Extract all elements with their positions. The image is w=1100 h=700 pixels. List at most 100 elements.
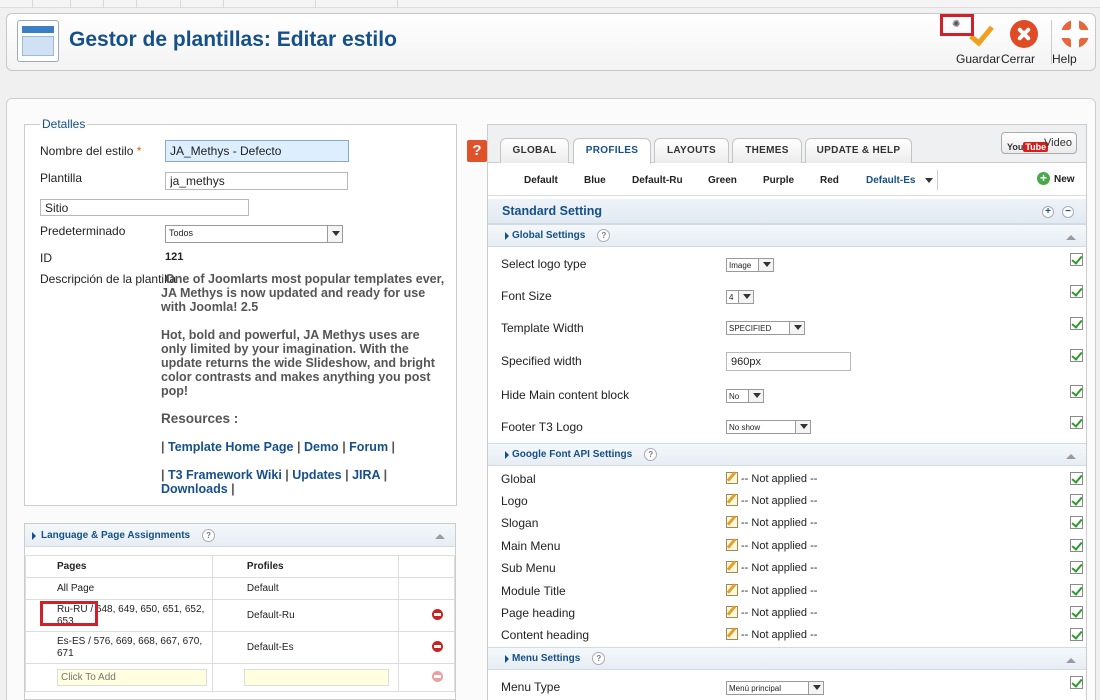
- specified-width-input[interactable]: [726, 352, 851, 371]
- add-pages-input[interactable]: [57, 669, 207, 686]
- template-width-label: Template Width: [501, 321, 584, 335]
- downloads-link[interactable]: Downloads: [161, 482, 228, 496]
- remove-icon[interactable]: [432, 608, 444, 620]
- template-home-page-link[interactable]: Template Home Page: [168, 440, 294, 454]
- footer-t3-logo-label: Footer T3 Logo: [501, 420, 583, 434]
- standard-setting-header[interactable]: Standard Setting: [488, 199, 1086, 224]
- default-select[interactable]: Todos: [165, 225, 343, 243]
- description-label: Descripción de la plantilla: [40, 272, 177, 286]
- menu-settings-checkbox[interactable]: [1070, 676, 1083, 689]
- global-settings-checkbox[interactable]: [1070, 317, 1083, 330]
- chevron-down-icon: [758, 259, 773, 271]
- font-checkbox[interactable]: [1070, 516, 1083, 529]
- profile-default-ru[interactable]: Default-Ru: [632, 175, 683, 186]
- global-settings-checkbox[interactable]: [1070, 416, 1083, 429]
- font-page-heading-label: Page heading: [501, 606, 576, 620]
- help-button[interactable]: Help: [1052, 20, 1098, 68]
- tab-profiles[interactable]: PROFILES: [573, 138, 651, 164]
- global-settings-checkbox[interactable]: [1070, 349, 1083, 362]
- close-button[interactable]: Cerrar: [1001, 20, 1047, 68]
- help-question-icon[interactable]: ?: [202, 529, 216, 542]
- font-checkbox[interactable]: [1070, 494, 1083, 507]
- profile-green[interactable]: Green: [708, 175, 737, 186]
- font-checkbox[interactable]: [1070, 539, 1083, 552]
- font-checkbox[interactable]: [1070, 561, 1083, 574]
- table-row-add: [25, 663, 455, 692]
- t3-framework-wiki-link[interactable]: T3 Framework Wiki: [168, 468, 282, 482]
- tab-global[interactable]: GLOBAL: [500, 138, 569, 163]
- resource-links-2: | T3 Framework Wiki | Updates | JIRA | D…: [161, 468, 388, 496]
- description-paragraph-2: Hot, bold and powerful, JA Methys uses a…: [161, 328, 435, 398]
- collapse-arrow-icon[interactable]: [1066, 235, 1076, 240]
- font-content-heading-value[interactable]: -- Not applied --: [726, 628, 817, 641]
- site-input[interactable]: [40, 199, 249, 216]
- collapse-arrow-icon[interactable]: [1066, 658, 1076, 663]
- video-button[interactable]: You Tube Video: [1001, 132, 1077, 154]
- profile-cell: Default: [211, 577, 400, 600]
- tab-themes[interactable]: THEMES: [732, 138, 802, 163]
- font-slogan-value[interactable]: -- Not applied --: [726, 516, 817, 529]
- expand-arrow-icon: [505, 655, 509, 663]
- profile-red[interactable]: Red: [820, 175, 839, 186]
- font-checkbox[interactable]: [1070, 606, 1083, 619]
- help-question-icon[interactable]: ?: [597, 229, 611, 242]
- font-logo-value[interactable]: -- Not applied --: [726, 494, 817, 507]
- add-profile-input[interactable]: [243, 669, 389, 686]
- collapse-all-icon[interactable]: −: [1062, 206, 1074, 218]
- font-logo-label: Logo: [501, 494, 528, 508]
- menu-type-label: Menu Type: [501, 680, 561, 694]
- chevron-down-icon[interactable]: [925, 178, 933, 183]
- profile-blue[interactable]: Blue: [584, 175, 606, 186]
- edit-icon: [726, 628, 738, 640]
- font-module-title-value[interactable]: -- Not applied --: [726, 584, 817, 597]
- tab-layouts[interactable]: LAYOUTS: [654, 138, 729, 163]
- style-name-input[interactable]: [165, 140, 349, 162]
- hide-main-content-select[interactable]: No: [726, 389, 764, 403]
- template-input[interactable]: [165, 172, 348, 190]
- font-checkbox[interactable]: [1070, 584, 1083, 597]
- google-font-settings-header[interactable]: Google Font API Settings?: [488, 443, 1086, 466]
- template-width-select[interactable]: SPECIFIED: [726, 321, 805, 335]
- details-legend: Detalles: [40, 117, 88, 131]
- remove-icon[interactable]: [432, 640, 444, 652]
- font-main-menu-value[interactable]: -- Not applied --: [726, 539, 817, 552]
- font-main-menu-label: Main Menu: [501, 539, 561, 553]
- youtube-logo-icon: You Tube: [1007, 142, 1049, 152]
- pages-column-header: Pages: [25, 555, 213, 578]
- demo-link[interactable]: Demo: [304, 440, 339, 454]
- help-question-tab[interactable]: ?: [467, 140, 487, 162]
- profile-default[interactable]: Default: [524, 175, 558, 186]
- edit-icon: [726, 561, 738, 573]
- updates-link[interactable]: Updates: [292, 468, 341, 482]
- help-question-icon[interactable]: ?: [592, 652, 606, 665]
- font-page-heading-value[interactable]: -- Not applied --: [726, 606, 817, 619]
- loading-spinner-icon: ✺: [952, 19, 961, 30]
- chevron-down-icon: [808, 682, 823, 694]
- forum-link[interactable]: Forum: [349, 440, 388, 454]
- global-settings-header[interactable]: Global Settings?: [488, 224, 1086, 247]
- font-size-select[interactable]: 4: [726, 290, 754, 304]
- collapse-arrow-icon[interactable]: [435, 534, 445, 539]
- footer-t3-logo-select[interactable]: No show: [726, 420, 811, 434]
- font-global-value[interactable]: -- Not applied --: [726, 472, 817, 485]
- menu-type-select[interactable]: Menú principal: [726, 681, 824, 695]
- expand-all-icon[interactable]: +: [1042, 206, 1054, 218]
- global-settings-checkbox[interactable]: [1070, 253, 1083, 266]
- font-checkbox[interactable]: [1070, 628, 1083, 641]
- font-sub-menu-value[interactable]: -- Not applied --: [726, 561, 817, 574]
- language-page-assignments-header[interactable]: Language & Page Assignments?: [25, 524, 455, 547]
- logo-type-select[interactable]: Image: [726, 258, 774, 272]
- global-settings-checkbox[interactable]: [1070, 385, 1083, 398]
- jira-link[interactable]: JIRA: [352, 468, 380, 482]
- collapse-arrow-icon[interactable]: [1066, 454, 1076, 459]
- profile-purple[interactable]: Purple: [763, 175, 794, 186]
- save-highlight-box: ✺: [940, 14, 974, 36]
- font-checkbox[interactable]: [1070, 472, 1083, 485]
- global-settings-checkbox[interactable]: [1070, 285, 1083, 298]
- new-profile-button[interactable]: + New: [1037, 172, 1075, 185]
- help-question-icon[interactable]: ?: [644, 448, 658, 461]
- chevron-down-icon: [795, 421, 810, 433]
- tab-update-help[interactable]: UPDATE & HELP: [805, 138, 912, 163]
- menu-settings-header[interactable]: Menu Settings?: [488, 647, 1086, 670]
- profile-default-es[interactable]: Default-Es: [866, 175, 915, 186]
